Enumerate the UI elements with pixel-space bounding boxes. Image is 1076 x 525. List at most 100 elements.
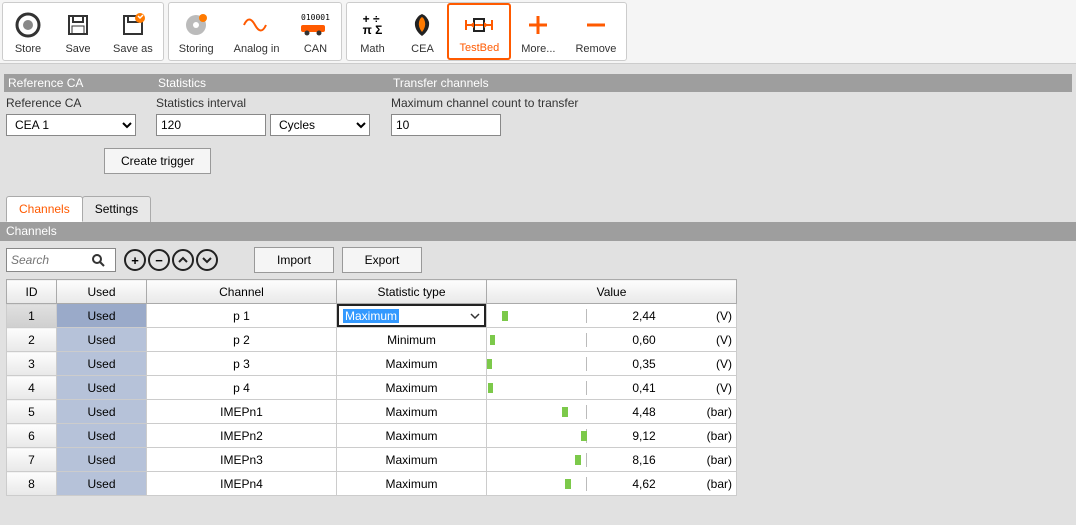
table-row[interactable]: 8UsedIMEPn4Maximum4,62(bar) [7, 472, 737, 496]
grid-toolbar: + − Import Export [0, 241, 1076, 279]
cell-value: 4,48(bar) [487, 400, 737, 424]
analogin-button[interactable]: Analog in [224, 3, 290, 60]
create-trigger-button[interactable]: Create trigger [104, 148, 211, 174]
can-icon: 010001 [299, 9, 331, 41]
stats-header: Statistics [154, 76, 389, 90]
export-button[interactable]: Export [342, 247, 422, 273]
table-row[interactable]: 1Usedp 1Maximum2,44(V) [7, 304, 737, 328]
cell-statistic[interactable]: Maximum [337, 472, 487, 496]
testbed-button[interactable]: TestBed [447, 3, 511, 60]
table-row[interactable]: 2Usedp 2Minimum0,60(V) [7, 328, 737, 352]
table-row[interactable]: 5UsedIMEPn1Maximum4,48(bar) [7, 400, 737, 424]
math-button[interactable]: + ÷π Σ Math [347, 3, 397, 60]
cell-used[interactable]: Used [57, 376, 147, 400]
channels-panel-header: Channels [0, 222, 1076, 241]
remove-row-button[interactable]: − [148, 249, 170, 271]
cell-used[interactable]: Used [57, 328, 147, 352]
search-input[interactable] [11, 253, 91, 267]
analogin-icon [242, 9, 272, 41]
table-row[interactable]: 7UsedIMEPn3Maximum8,16(bar) [7, 448, 737, 472]
cell-channel[interactable]: p 3 [147, 352, 337, 376]
move-up-button[interactable] [172, 249, 194, 271]
storing-button[interactable]: Storing [169, 3, 224, 60]
cell-id[interactable]: 2 [7, 328, 57, 352]
cea-button[interactable]: CEA [397, 3, 447, 60]
can-button[interactable]: 010001 CAN [289, 3, 341, 60]
cell-statistic[interactable]: Maximum [337, 400, 487, 424]
math-label: Math [360, 43, 384, 55]
cell-statistic[interactable]: Minimum [337, 328, 487, 352]
cell-value: 4,62(bar) [487, 472, 737, 496]
cell-statistic[interactable]: Maximum [337, 424, 487, 448]
cell-id[interactable]: 4 [7, 376, 57, 400]
cell-value: 8,16(bar) [487, 448, 737, 472]
remove-button[interactable]: Remove [565, 3, 626, 60]
refca-select[interactable]: CEA 1 [6, 114, 136, 136]
transfer-count-input[interactable] [391, 114, 501, 136]
transfer-label: Maximum channel count to transfer [391, 96, 578, 110]
plus-icon [526, 9, 550, 41]
tab-settings[interactable]: Settings [82, 196, 151, 222]
cell-used[interactable]: Used [57, 352, 147, 376]
testbed-label: TestBed [459, 42, 499, 54]
remove-label: Remove [575, 43, 616, 55]
col-stat-header[interactable]: Statistic type [337, 280, 487, 304]
chevron-down-icon [470, 312, 480, 320]
table-row[interactable]: 4Usedp 4Maximum0,41(V) [7, 376, 737, 400]
move-down-button[interactable] [196, 249, 218, 271]
search-icon [91, 253, 105, 267]
cell-channel[interactable]: p 2 [147, 328, 337, 352]
cell-statistic[interactable]: Maximum [337, 304, 487, 328]
col-value-header[interactable]: Value [487, 280, 737, 304]
table-row[interactable]: 6UsedIMEPn2Maximum9,12(bar) [7, 424, 737, 448]
cell-channel[interactable]: IMEPn1 [147, 400, 337, 424]
cell-channel[interactable]: IMEPn4 [147, 472, 337, 496]
search-box[interactable] [6, 248, 116, 272]
cell-statistic[interactable]: Maximum [337, 352, 487, 376]
col-used-header[interactable]: Used [57, 280, 147, 304]
minus-icon [584, 9, 608, 41]
stats-interval-label: Statistics interval [156, 96, 389, 110]
table-row[interactable]: 3Usedp 3Maximum0,35(V) [7, 352, 737, 376]
col-id-header[interactable]: ID [7, 280, 57, 304]
config-section: Reference CA Statistics Transfer channel… [0, 64, 1076, 178]
cell-channel[interactable]: IMEPn3 [147, 448, 337, 472]
cell-statistic[interactable]: Maximum [337, 376, 487, 400]
store-label: Store [15, 43, 41, 55]
cell-id[interactable]: 1 [7, 304, 57, 328]
cell-used[interactable]: Used [57, 424, 147, 448]
transfer-header: Transfer channels [389, 76, 1072, 90]
save-label: Save [65, 43, 90, 55]
save-button[interactable]: Save [53, 3, 103, 60]
store-icon [15, 9, 41, 41]
stats-unit-select[interactable]: Cycles [270, 114, 370, 136]
cea-label: CEA [411, 43, 434, 55]
tab-channels[interactable]: Channels [6, 196, 83, 222]
cell-used[interactable]: Used [57, 448, 147, 472]
cell-channel[interactable]: p 4 [147, 376, 337, 400]
cell-channel[interactable]: p 1 [147, 304, 337, 328]
cell-used[interactable]: Used [57, 472, 147, 496]
col-channel-header[interactable]: Channel [147, 280, 337, 304]
cell-id[interactable]: 5 [7, 400, 57, 424]
cell-id[interactable]: 7 [7, 448, 57, 472]
testbed-icon [462, 9, 496, 40]
can-binary-label: 010001 [301, 13, 330, 22]
import-button[interactable]: Import [254, 247, 334, 273]
cell-channel[interactable]: IMEPn2 [147, 424, 337, 448]
saveas-button[interactable]: Save as [103, 3, 163, 60]
cell-id[interactable]: 3 [7, 352, 57, 376]
storing-icon [183, 9, 209, 41]
cell-used[interactable]: Used [57, 400, 147, 424]
store-button[interactable]: Store [3, 3, 53, 60]
add-row-button[interactable]: + [124, 249, 146, 271]
cea-icon [410, 9, 434, 41]
cell-value: 2,44(V) [487, 304, 737, 328]
more-button[interactable]: More... [511, 3, 565, 60]
cell-statistic[interactable]: Maximum [337, 448, 487, 472]
storing-label: Storing [179, 43, 214, 55]
cell-id[interactable]: 8 [7, 472, 57, 496]
cell-id[interactable]: 6 [7, 424, 57, 448]
cell-used[interactable]: Used [57, 304, 147, 328]
stats-interval-input[interactable] [156, 114, 266, 136]
